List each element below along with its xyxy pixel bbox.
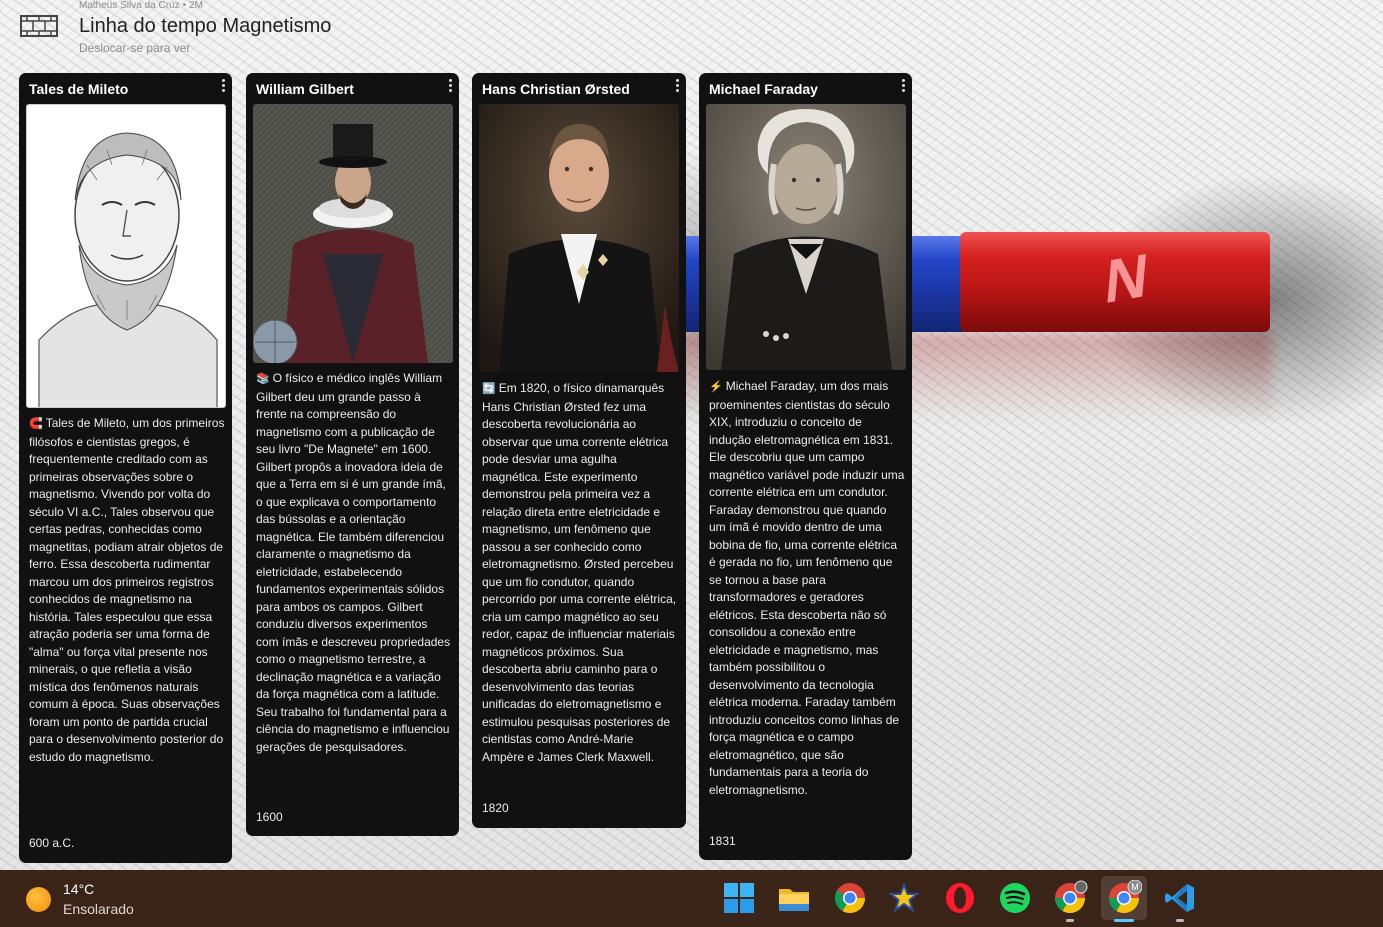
opera-icon[interactable]	[942, 880, 978, 916]
card-date: 1600	[256, 810, 283, 824]
board-title: Linha do tempo Magnetismo	[79, 15, 332, 37]
timeline-card-faraday[interactable]: Michael Faraday ⚡ Michael Faraday, um dos…	[699, 73, 912, 860]
card-date: 600 a.C.	[29, 836, 75, 850]
card-image-orsted-portrait[interactable]	[479, 104, 679, 372]
board-author-line: Matheus Silva da Cruz • 2M	[79, 0, 204, 11]
board-subtitle: Deslocar-se para ver	[79, 41, 191, 55]
card-emoji: 🧲	[29, 418, 43, 430]
timeline-card-gilbert[interactable]: William Gilbert 📚 O físico e médico inglê…	[246, 73, 459, 836]
vscode-running-indicator	[1176, 919, 1184, 922]
star-app-icon[interactable]	[886, 880, 922, 916]
sun-icon	[26, 887, 51, 912]
timeline-card-tales[interactable]: Tales de Mileto 🧲 Tales de Mileto, um dos…	[19, 73, 232, 863]
more-options-icon[interactable]	[674, 79, 680, 93]
vscode-icon[interactable]	[1162, 880, 1198, 916]
weather-condition: Ensolarado	[63, 901, 134, 917]
card-description: ⚡ Michael Faraday, um dos mais proeminent…	[709, 379, 905, 797]
film-strip-icon	[20, 15, 58, 37]
card-description: 🔄 Em 1820, o físico dinamarquês Hans Chri…	[482, 381, 677, 764]
chrome-profile-running-indicator	[1066, 919, 1074, 922]
windows-start-icon[interactable]	[721, 880, 757, 916]
card-date: 1820	[482, 801, 509, 815]
author-name[interactable]: Matheus Silva da Cruz	[79, 0, 180, 11]
card-emoji: 📚	[256, 373, 270, 385]
chrome-profile-m-icon[interactable]: M	[1106, 880, 1142, 916]
more-options-icon[interactable]	[900, 79, 906, 93]
more-options-icon[interactable]	[220, 79, 226, 93]
magnet-n-letter: N	[1102, 240, 1152, 317]
card-description: 📚 O físico e médico inglês William Gilber…	[256, 371, 451, 754]
card-image-tales-bust[interactable]	[26, 104, 226, 408]
chrome-icon[interactable]	[832, 880, 868, 916]
file-explorer-icon[interactable]	[776, 880, 812, 916]
weather-temperature: 14°C	[63, 881, 95, 897]
card-date: 1831	[709, 834, 736, 848]
card-image-gilbert-portrait[interactable]	[253, 104, 453, 363]
spotify-icon[interactable]	[997, 880, 1033, 916]
timeline-card-orsted[interactable]: Hans Christian Ørsted 🔄 Em 1820, o físico…	[472, 73, 686, 828]
card-title: Tales de Mileto	[29, 81, 129, 97]
more-options-icon[interactable]	[447, 79, 453, 93]
windows-taskbar: 14°C Ensolarado M	[0, 870, 1383, 927]
weather-widget[interactable]: 14°C Ensolarado	[26, 881, 176, 917]
card-description: 🧲 Tales de Mileto, um dos primeiros filós…	[29, 416, 225, 764]
profile-badge-letter: M	[1131, 882, 1139, 892]
chrome-profile-icon[interactable]	[1052, 880, 1088, 916]
card-emoji: 🔄	[482, 383, 496, 395]
card-image-faraday-photo[interactable]	[706, 104, 906, 370]
post-time: 2M	[189, 0, 204, 11]
board-header: Matheus Silva da Cruz • 2M Linha do tempo …	[0, 0, 600, 64]
card-emoji: ⚡	[709, 381, 723, 393]
card-title: Michael Faraday	[709, 81, 818, 97]
active-app-indicator	[1114, 919, 1134, 922]
card-title: Hans Christian Ørsted	[482, 81, 630, 97]
card-title: William Gilbert	[256, 81, 354, 97]
